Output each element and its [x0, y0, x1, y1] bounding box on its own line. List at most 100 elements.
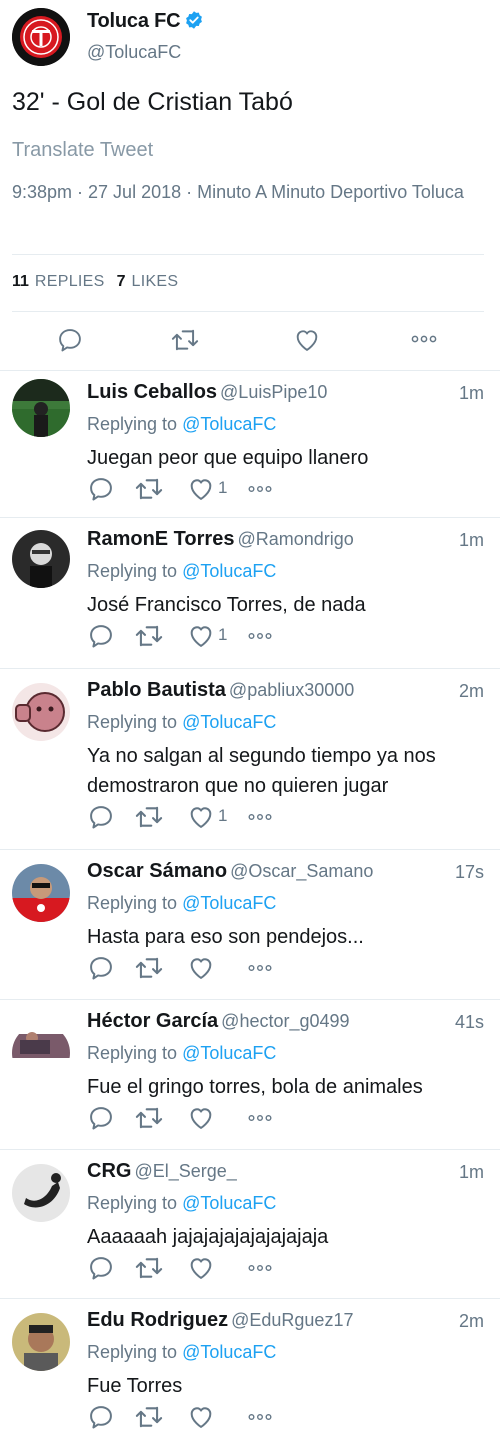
- author-handle[interactable]: @Oscar_Samano: [230, 861, 373, 881]
- reply-tweet[interactable]: Pablo Bautista @pabliux30000 2m Replying …: [0, 668, 500, 850]
- more-options-icon[interactable]: [247, 811, 273, 823]
- retweet-icon[interactable]: [170, 326, 200, 354]
- replies-label[interactable]: REPLIES: [35, 273, 105, 290]
- mention-link[interactable]: @TolucaFC: [182, 712, 276, 732]
- reply-author[interactable]: Edu Rodriguez @EduRguez17: [87, 1309, 353, 1332]
- like-icon[interactable]: [187, 1104, 215, 1132]
- more-options-icon[interactable]: [247, 1262, 273, 1274]
- reply-author[interactable]: Oscar Sámano @Oscar_Samano: [87, 860, 373, 883]
- reply-author[interactable]: Pablo Bautista @pabliux30000: [87, 679, 354, 702]
- retweet-icon[interactable]: [134, 803, 164, 831]
- reply-author[interactable]: Héctor García @hector_g0499: [87, 1010, 350, 1033]
- reply-author[interactable]: RamonE Torres @Ramondrigo: [87, 528, 354, 551]
- like-count[interactable]: 1: [218, 625, 227, 645]
- timestamp[interactable]: 41s: [455, 1012, 484, 1033]
- timestamp[interactable]: 17s: [455, 862, 484, 883]
- reply-tweet[interactable]: CRG @El_Serge_ 1m Replying to @TolucaFC A…: [0, 1149, 500, 1299]
- author-name[interactable]: Oscar Sámano: [87, 860, 227, 882]
- retweet-icon[interactable]: [134, 622, 164, 650]
- more-options-icon[interactable]: [247, 1112, 273, 1124]
- like-icon[interactable]: [187, 1254, 215, 1282]
- more-options-icon[interactable]: [247, 962, 273, 974]
- avatar-toluca-logo[interactable]: [12, 8, 70, 66]
- like-icon[interactable]: [187, 954, 215, 982]
- author-name[interactable]: RamonE Torres: [87, 528, 234, 550]
- main-author-name[interactable]: Toluca FC: [87, 10, 204, 33]
- mention-link[interactable]: @TolucaFC: [182, 1043, 276, 1063]
- mention-link[interactable]: @TolucaFC: [182, 414, 276, 434]
- avatar-portrait-photo[interactable]: [12, 1313, 70, 1371]
- author-handle[interactable]: @hector_g0499: [221, 1011, 349, 1031]
- retweet-icon[interactable]: [134, 954, 164, 982]
- timestamp[interactable]: 2m: [459, 1311, 484, 1332]
- replies-count[interactable]: 11: [12, 273, 29, 290]
- reply-tweet[interactable]: RamonE Torres @Ramondrigo 1m Replying to …: [0, 517, 500, 669]
- reply-icon[interactable]: [87, 1104, 115, 1132]
- reply-icon[interactable]: [87, 1254, 115, 1282]
- mention-link[interactable]: @TolucaFC: [182, 893, 276, 913]
- replying-label: Replying to: [87, 1342, 178, 1362]
- mention-link[interactable]: @TolucaFC: [182, 1193, 276, 1213]
- like-icon[interactable]: [187, 1403, 215, 1431]
- replying-label: Replying to: [87, 414, 178, 434]
- author-handle[interactable]: @EduRguez17: [231, 1310, 353, 1330]
- timestamp[interactable]: 1m: [459, 1162, 484, 1183]
- avatar-red-jersey-photo[interactable]: [12, 864, 70, 922]
- reply-tweet[interactable]: Oscar Sámano @Oscar_Samano 17s Replying t…: [0, 849, 500, 1000]
- avatar-stadium-photo[interactable]: [12, 379, 70, 437]
- retweet-icon[interactable]: [134, 1403, 164, 1431]
- reply-icon[interactable]: [87, 622, 115, 650]
- like-icon[interactable]: [187, 622, 215, 650]
- like-count[interactable]: 1: [218, 806, 227, 826]
- avatar-logo-shape[interactable]: [12, 1164, 70, 1222]
- retweet-icon[interactable]: [134, 1254, 164, 1282]
- mention-link[interactable]: @TolucaFC: [182, 561, 276, 581]
- author-name[interactable]: Pablo Bautista: [87, 679, 226, 701]
- reply-tweet[interactable]: Edu Rodriguez @EduRguez17 2m Replying to …: [0, 1298, 500, 1455]
- timestamp[interactable]: 1m: [459, 530, 484, 551]
- author-name[interactable]: CRG: [87, 1160, 131, 1182]
- like-icon[interactable]: [293, 326, 321, 354]
- likes-count[interactable]: 7: [117, 273, 126, 290]
- reply-icon[interactable]: [87, 803, 115, 831]
- translate-tweet-link[interactable]: Translate Tweet: [12, 139, 153, 162]
- author-handle[interactable]: @pabliux30000: [229, 680, 354, 700]
- author-handle[interactable]: @El_Serge_: [134, 1161, 236, 1181]
- divider: [12, 311, 484, 312]
- reply-author[interactable]: CRG @El_Serge_: [87, 1160, 237, 1183]
- retweet-icon[interactable]: [134, 475, 164, 503]
- like-icon[interactable]: [187, 803, 215, 831]
- author-handle[interactable]: @Ramondrigo: [237, 529, 353, 549]
- main-author-handle[interactable]: @TolucaFC: [87, 42, 181, 63]
- more-options-icon[interactable]: [247, 1411, 273, 1423]
- like-icon[interactable]: [187, 475, 215, 503]
- timestamp[interactable]: 1m: [459, 383, 484, 404]
- main-tweet: Toluca FC @TolucaFC 32' - Gol de Cristia…: [0, 0, 500, 370]
- more-options-icon[interactable]: [247, 630, 273, 642]
- reply-icon[interactable]: [87, 1403, 115, 1431]
- avatar-cartoon-face[interactable]: [12, 683, 70, 741]
- reply-tweet[interactable]: Héctor García @hector_g0499 41s Replying …: [0, 999, 500, 1150]
- like-count[interactable]: 1: [218, 478, 227, 498]
- reply-author[interactable]: Luis Ceballos @LuisPipe10: [87, 381, 327, 404]
- retweet-icon[interactable]: [134, 1104, 164, 1132]
- author-name-text: Toluca FC: [87, 10, 181, 32]
- timestamp[interactable]: 2m: [459, 681, 484, 702]
- reply-tweet[interactable]: Luis Ceballos @LuisPipe10 1m Replying to …: [0, 370, 500, 518]
- reply-icon[interactable]: [87, 475, 115, 503]
- more-options-icon[interactable]: [410, 332, 438, 346]
- mention-link[interactable]: @TolucaFC: [182, 1342, 276, 1362]
- reply-text: Fue Torres: [87, 1375, 183, 1397]
- reply-icon[interactable]: [87, 954, 115, 982]
- author-name[interactable]: Héctor García: [87, 1010, 218, 1032]
- more-options-icon[interactable]: [247, 483, 273, 495]
- avatar-portrait-bw[interactable]: [12, 530, 70, 588]
- avatar-group-photo[interactable]: [12, 1024, 70, 1082]
- replying-label: Replying to: [87, 893, 178, 913]
- replying-to: Replying to @TolucaFC: [87, 561, 276, 582]
- author-handle[interactable]: @LuisPipe10: [220, 382, 327, 402]
- author-name[interactable]: Luis Ceballos: [87, 381, 217, 403]
- reply-icon[interactable]: [56, 326, 84, 354]
- likes-label[interactable]: LIKES: [132, 273, 179, 290]
- author-name[interactable]: Edu Rodriguez: [87, 1309, 228, 1331]
